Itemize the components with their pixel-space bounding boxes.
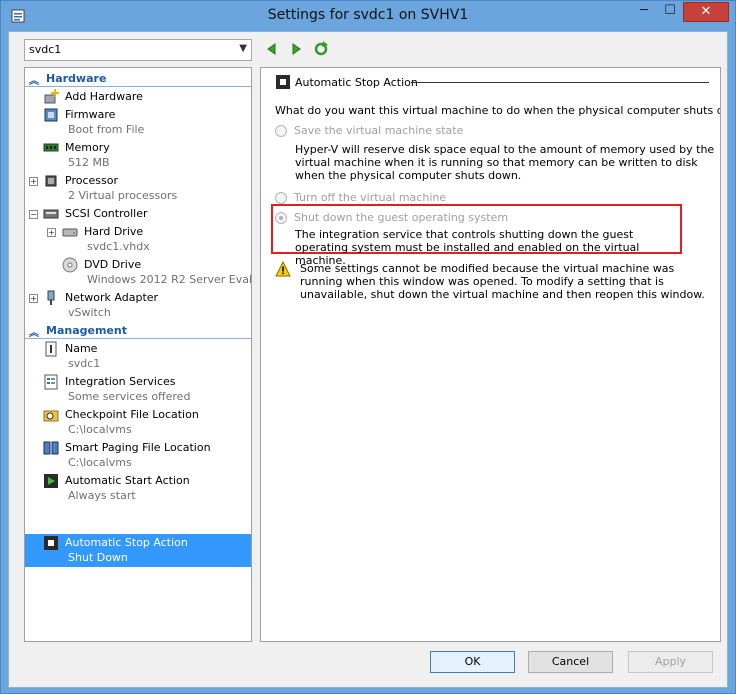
sidebar-item-label: Checkpoint File Location: [65, 408, 199, 421]
cancel-button[interactable]: Cancel: [528, 651, 613, 673]
sidebar-item-memory[interactable]: Memory 512 MB: [25, 139, 251, 172]
radio-label: Shut down the guest operating system: [294, 211, 509, 224]
sidebar-item-network-adapter[interactable]: + Network Adapter vSwitch: [25, 289, 251, 322]
stop-action-icon: [44, 536, 58, 550]
dvd-disc-icon: [62, 257, 78, 273]
sidebar-item-label: Memory: [65, 141, 110, 154]
radio-circle[interactable]: [275, 192, 287, 204]
sidebar-item-processor[interactable]: + Processor 2 Virtual processors: [25, 172, 251, 205]
checkpoint-folder-icon: [43, 410, 59, 422]
sidebar-item-label: DVD Drive: [84, 258, 142, 271]
sidebar-item-checkpoint-file-location[interactable]: Checkpoint File Location C:\localvms: [25, 406, 251, 439]
scsi-controller-icon: [43, 209, 59, 219]
sidebar-item-automatic-stop-action[interactable]: Automatic Stop Action Shut Down: [25, 534, 251, 567]
sidebar-item-hard-drive[interactable]: + Hard Drive svdc1.vhdx: [25, 223, 251, 256]
sidebar-item-label: Firmware: [65, 108, 116, 121]
sidebar-item-name[interactable]: Name svdc1: [25, 340, 251, 373]
section-divider: [25, 338, 251, 339]
sidebar-item-sub: vSwitch: [68, 306, 111, 319]
maximize-button[interactable]: ☐: [657, 2, 683, 22]
expand-plus-icon[interactable]: +: [47, 228, 56, 237]
sidebar-item-sub: 2 Virtual processors: [68, 189, 178, 202]
window-title: Settings for svdc1 on SVHV1: [267, 7, 469, 23]
network-adapter-icon: [47, 290, 55, 305]
minimize-button[interactable]: ─: [631, 2, 657, 22]
group-divider: [411, 82, 709, 83]
smart-paging-icon: [43, 441, 59, 455]
section-hardware-label: Hardware: [46, 72, 107, 85]
settings-detail-pane: Automatic Stop Action What do you want t…: [260, 67, 721, 642]
title-bar[interactable]: Settings for svdc1 on SVHV1 ─ ☐ ✕: [1, 1, 735, 31]
sidebar-item-label: Hard Drive: [84, 225, 144, 238]
sidebar-item-label: SCSI Controller: [65, 207, 148, 220]
settings-window: Settings for svdc1 on SVHV1 ─ ☐ ✕ svdc1 …: [0, 0, 736, 694]
expand-plus-icon[interactable]: +: [29, 177, 38, 186]
sidebar-item-sub: Shut Down: [68, 551, 128, 564]
radio-circle[interactable]: [275, 125, 287, 137]
sidebar-item-automatic-start-action[interactable]: Automatic Start Action Always start: [25, 472, 251, 505]
sidebar-item-scsi-controller[interactable]: − SCSI Controller: [25, 205, 251, 223]
collapse-minus-icon[interactable]: −: [29, 210, 38, 219]
forward-arrow-icon[interactable]: [288, 41, 304, 57]
ok-button[interactable]: OK: [430, 651, 515, 673]
dialog-client: svdc1 ▼ ︽ Hardware Add Hardware Firmware…: [8, 31, 728, 688]
sidebar-item-sub: Always start: [68, 489, 136, 502]
settings-tree: ︽ Hardware Add Hardware Firmware Boot fr…: [24, 67, 252, 642]
sidebar-item-label: Integration Services: [65, 375, 176, 388]
collapse-chevron-icon: ︽: [29, 76, 39, 87]
radio-circle[interactable]: [275, 212, 287, 224]
collapse-chevron-icon: ︽: [29, 328, 39, 339]
group-title: Automatic Stop Action: [295, 76, 418, 89]
sidebar-item-label: Smart Paging File Location: [65, 441, 211, 454]
section-divider: [25, 86, 251, 87]
memory-icon: [43, 143, 59, 152]
vm-dropdown[interactable]: svdc1 ▼: [24, 39, 252, 61]
sidebar-item-sub: 512 MB: [68, 156, 110, 169]
sidebar-item-sub: Windows 2012 R2 Server Eval....: [87, 273, 252, 286]
processor-icon: [45, 175, 57, 187]
vm-dropdown-value: svdc1: [29, 43, 62, 56]
start-action-icon: [44, 474, 58, 488]
sidebar-item-label: Name: [65, 342, 98, 355]
sidebar-item-label: Automatic Stop Action: [65, 536, 188, 549]
apply-button[interactable]: Apply: [628, 651, 713, 673]
name-field-icon: [45, 341, 57, 357]
refresh-icon[interactable]: [313, 41, 329, 57]
chevron-down-icon: ▼: [239, 43, 247, 54]
warning-text: Some settings cannot be modified because…: [300, 262, 705, 301]
sidebar-item-firmware[interactable]: Firmware Boot from File: [25, 106, 251, 139]
section-management[interactable]: ︽ Management: [25, 323, 251, 339]
sidebar-item-sub: C:\localvms: [68, 423, 132, 436]
radio-label: Save the virtual machine state: [294, 124, 464, 137]
back-arrow-icon[interactable]: [264, 41, 280, 57]
sidebar-item-label: Automatic Start Action: [65, 474, 190, 487]
expand-plus-icon[interactable]: +: [29, 294, 38, 303]
sidebar-item-sub: svdc1: [68, 357, 101, 370]
add-hardware-icon: [44, 89, 59, 104]
sidebar-item-smart-paging-file-location[interactable]: Smart Paging File Location C:\localvms: [25, 439, 251, 472]
stop-action-icon: [276, 75, 290, 89]
save-state-description: Hyper-V will reserve disk space equal to…: [295, 143, 715, 182]
firmware-icon: [44, 108, 58, 122]
sidebar-item-sub: Boot from File: [68, 123, 145, 136]
sidebar-item-sub: Some services offered: [68, 390, 191, 403]
sidebar-item-sub: svdc1.vhdx: [87, 240, 150, 253]
sidebar-item-add-hardware[interactable]: Add Hardware: [25, 88, 251, 106]
sidebar-item-integration-services[interactable]: Integration Services Some services offer…: [25, 373, 251, 406]
radio-label: Turn off the virtual machine: [294, 191, 447, 204]
sidebar-item-label: Network Adapter: [65, 291, 159, 304]
hard-drive-icon: [62, 228, 78, 237]
sidebar-item-label: Add Hardware: [65, 90, 143, 103]
close-button[interactable]: ✕: [683, 2, 729, 22]
sidebar-item-dvd-drive[interactable]: DVD Drive Windows 2012 R2 Server Eval...…: [25, 256, 251, 289]
sidebar-item-label: Processor: [65, 174, 118, 187]
section-management-label: Management: [46, 324, 127, 337]
sidebar-item-sub: C:\localvms: [68, 456, 132, 469]
section-hardware[interactable]: ︽ Hardware: [25, 71, 251, 87]
question-text: What do you want this virtual machine to…: [275, 104, 721, 117]
integration-services-icon: [44, 374, 58, 390]
warning-icon: [275, 261, 291, 277]
